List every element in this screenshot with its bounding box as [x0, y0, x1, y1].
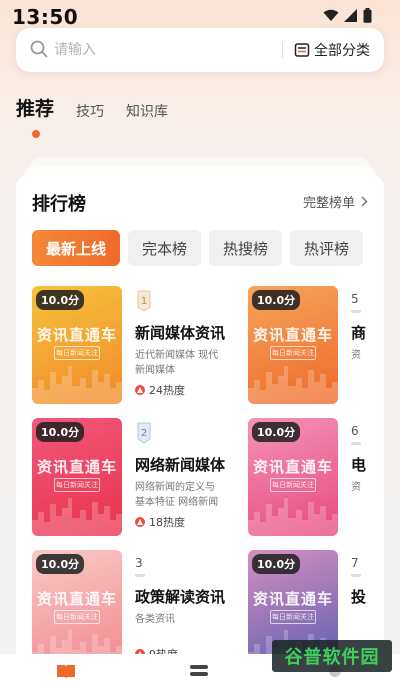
wifi-icon	[323, 9, 339, 21]
signal-icon	[344, 9, 357, 22]
book-cover[interactable]: 10.0分 资讯直通车 每日新闻关注	[32, 418, 122, 536]
all-categories-button[interactable]: 全部分类	[294, 28, 370, 72]
cover-title: 资讯直通车	[36, 326, 117, 344]
chip-hot-review[interactable]: 热评榜	[290, 230, 364, 266]
book-cover[interactable]: 10.0分 资讯直通车 每日新闻关注	[32, 286, 122, 404]
book-score: 10.0分	[36, 290, 85, 310]
book-item[interactable]: 10.0分 资讯直通车 每日新闻关注 5 商资	[248, 286, 384, 406]
book-score: 10.0分	[36, 554, 85, 574]
book-icon[interactable]	[56, 664, 76, 680]
book-heat-label: 24热度	[149, 384, 185, 397]
chevron-right-icon	[361, 196, 368, 207]
watermark-logo: 谷普软件园	[272, 640, 392, 672]
book-title[interactable]: 网络新闻媒体	[135, 454, 257, 475]
search-input[interactable]	[54, 28, 254, 72]
book-title[interactable]: 电	[351, 454, 384, 475]
rank-number: 3	[135, 556, 143, 570]
book-description: 资	[351, 482, 361, 493]
cover-title: 资讯直通车	[252, 590, 333, 608]
layers-icon[interactable]	[188, 664, 210, 680]
flame-icon	[135, 517, 145, 527]
city-skyline-icon	[32, 498, 122, 536]
rank-number: 6	[351, 424, 359, 438]
ranking-filter-chips: 最新上线 完本榜 热搜榜 热评榜	[32, 230, 364, 266]
rank-dash	[351, 310, 361, 313]
book-item[interactable]: 10.0分资讯直通车每日新闻关注3政策解读资讯各类资讯9热度	[32, 550, 262, 670]
full-ranking-link[interactable]: 完整榜单	[303, 192, 368, 211]
status-icons	[323, 8, 372, 23]
book-score: 10.0分	[36, 422, 85, 442]
rank-medal-1-number: 1	[141, 296, 147, 307]
book-heat: 18热度	[135, 514, 185, 530]
cover-title: 资讯直通车	[252, 326, 333, 344]
rank-dash	[351, 442, 361, 445]
book-title[interactable]: 政策解读资讯	[135, 586, 257, 607]
rank-number: 7	[351, 556, 359, 570]
city-skyline-icon	[248, 366, 338, 404]
cover-title: 资讯直通车	[36, 458, 117, 476]
book-item[interactable]: 10.0分 资讯直通车 每日新闻关注 6 电资	[248, 418, 384, 538]
tab-active-indicator	[32, 130, 40, 138]
category-icon	[294, 43, 310, 57]
search-icon[interactable]	[30, 40, 48, 58]
battery-icon	[363, 8, 372, 23]
chip-hot-search[interactable]: 热搜榜	[209, 230, 283, 266]
rank-dash	[135, 574, 145, 577]
tab-knowledge-base[interactable]: 知识库	[126, 101, 168, 121]
book-score: 10.0分	[252, 554, 301, 574]
rank-dash	[351, 574, 361, 577]
book-score: 10.0分	[252, 290, 301, 310]
watermark-text: 谷普软件园	[284, 647, 380, 668]
book-item[interactable]: 10.0分 资讯直通车 每日新闻关注 2 网络新闻媒体 网络新闻的定义与基本特征 网络新闻…	[32, 418, 262, 538]
cover-title: 资讯直通车	[252, 458, 333, 476]
rank-medal-2-icon: 2	[137, 422, 151, 444]
full-ranking-label: 完整榜单	[302, 196, 355, 211]
city-skyline-icon	[248, 498, 338, 536]
all-categories-label: 全部分类	[314, 43, 370, 59]
book-description: 网络新闻的定义与基本特征 网络新闻	[135, 482, 219, 508]
city-skyline-icon	[32, 366, 122, 404]
chip-latest[interactable]: 最新上线	[32, 230, 121, 266]
book-description: 资	[351, 350, 361, 361]
status-time: 13:50	[12, 5, 79, 29]
main-tabs: 推荐 技巧 知识库	[16, 94, 168, 121]
book-item[interactable]: 10.0分 资讯直通车 每日新闻关注 1 新闻媒体资讯 近代新闻媒体 现代新闻媒体 24热度	[32, 286, 262, 406]
book-cover[interactable]: 10.0分 资讯直通车 每日新闻关注	[248, 286, 338, 404]
book-heat-label: 18热度	[149, 516, 185, 529]
tab-recommend[interactable]: 推荐	[16, 94, 54, 121]
tab-tips[interactable]: 技巧	[76, 101, 104, 121]
book-heat: 24热度	[135, 382, 185, 398]
book-description: 近代新闻媒体 现代新闻媒体	[135, 350, 219, 376]
book-description: 各类资讯	[135, 614, 175, 625]
search-divider	[282, 42, 283, 58]
book-cover[interactable]: 10.0分 资讯直通车 每日新闻关注	[32, 550, 122, 668]
book-title[interactable]: 新闻媒体资讯	[135, 322, 257, 343]
search-bar: 全部分类	[16, 28, 384, 72]
book-score: 10.0分	[252, 422, 301, 442]
flame-icon	[135, 385, 145, 395]
rank-medal-1-icon: 1	[137, 290, 151, 312]
rank-number: 5	[351, 292, 359, 306]
cover-title: 资讯直通车	[36, 590, 117, 608]
rank-medal-2-number: 2	[141, 428, 147, 439]
ranking-card: 排行榜 完整榜单 最新上线 完本榜 热搜榜 热评榜 10.0分 资讯直通车 每日新闻…	[16, 174, 384, 682]
ranking-title: 排行榜	[32, 194, 86, 215]
book-cover[interactable]: 10.0分 资讯直通车 每日新闻关注	[248, 418, 338, 536]
book-title[interactable]: 投	[351, 586, 384, 607]
book-title[interactable]: 商	[351, 322, 384, 343]
chip-completed[interactable]: 完本榜	[128, 230, 202, 266]
